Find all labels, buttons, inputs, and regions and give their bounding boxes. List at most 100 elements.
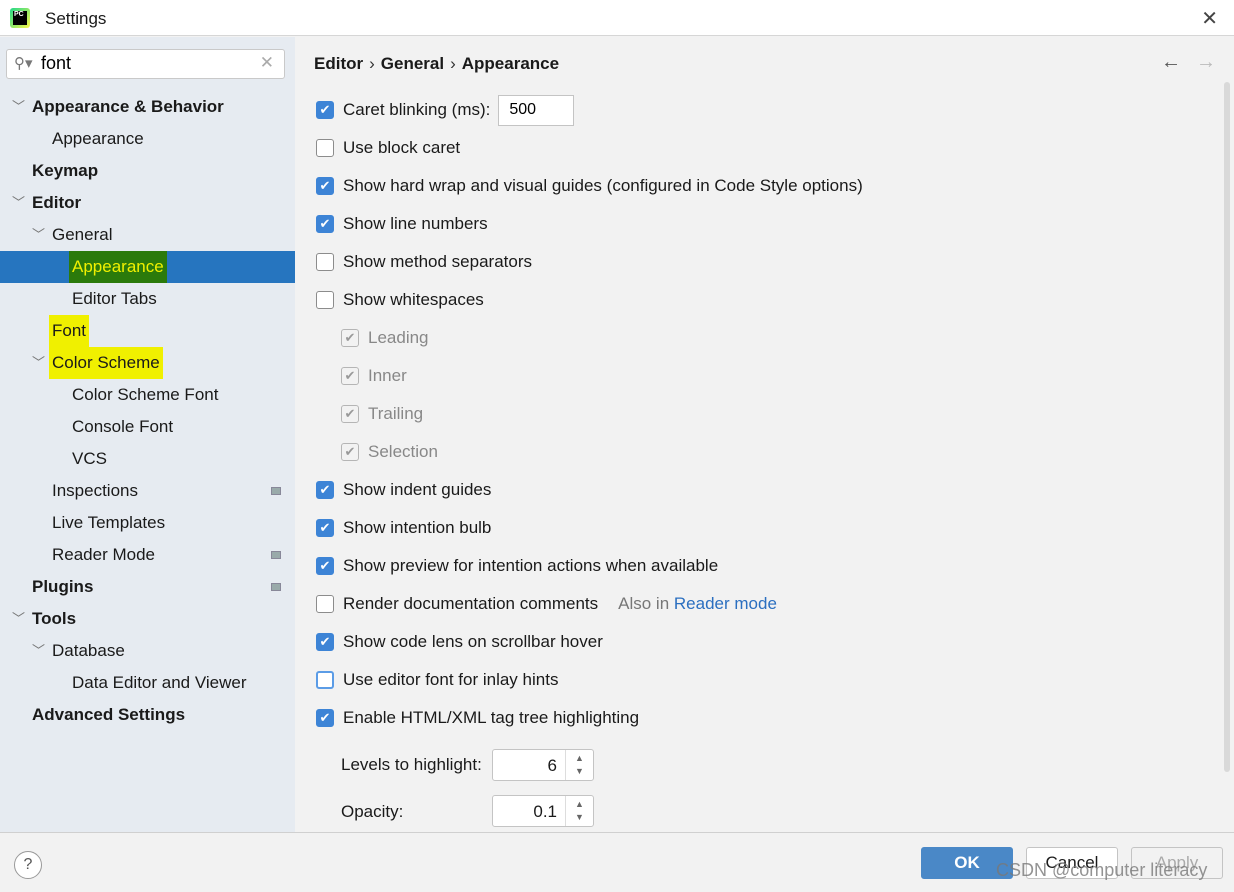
breadcrumb-item: General bbox=[380, 54, 445, 73]
tree-item-label: Appearance bbox=[69, 251, 167, 283]
project-settings-icon bbox=[271, 487, 281, 495]
opacity-spinner[interactable]: 0.1 ▲ ▼ bbox=[492, 795, 594, 827]
project-settings-icon bbox=[271, 583, 281, 591]
chevron-down-icon[interactable]: ﹀ bbox=[12, 187, 25, 219]
levels-spinner[interactable]: 6 ▲ ▼ bbox=[492, 749, 594, 781]
tree-item[interactable]: VCS bbox=[0, 443, 295, 475]
option-row: ✔ Show preview for intention actions when… bbox=[316, 554, 718, 578]
watermark: CSDN @computer literacy bbox=[996, 860, 1208, 880]
reader-mode-link[interactable]: Reader mode bbox=[674, 594, 777, 614]
tree-item-label: Appearance bbox=[52, 129, 144, 148]
option-label: Enable HTML/XML tag tree highlighting bbox=[343, 708, 640, 727]
checkbox[interactable] bbox=[316, 139, 334, 157]
search-input[interactable] bbox=[41, 53, 251, 74]
option-label: Inner bbox=[368, 366, 407, 385]
window-title: Settings bbox=[45, 9, 107, 28]
option-label: Use block caret bbox=[343, 138, 461, 157]
tree-item[interactable]: Plugins bbox=[0, 571, 295, 603]
settings-sidebar: ⚲▾ ✕ ﹀ Appearance & Behavior Appearance Key… bbox=[0, 37, 295, 832]
checkbox[interactable] bbox=[316, 291, 334, 309]
tree-item[interactable]: ﹀ Database bbox=[0, 635, 295, 667]
tree-item-label: Plugins bbox=[32, 577, 94, 596]
help-button[interactable]: ? bbox=[14, 851, 42, 879]
project-settings-icon bbox=[271, 551, 281, 559]
option-row: ✔ Selection bbox=[341, 440, 438, 464]
tree-item[interactable]: Reader Mode bbox=[0, 539, 295, 571]
tree-item[interactable]: Console Font bbox=[0, 411, 295, 443]
option-label: Caret blinking (ms): bbox=[343, 100, 491, 119]
tree-item[interactable]: Advanced Settings bbox=[0, 699, 295, 731]
tree-item-label: Tools bbox=[32, 609, 77, 628]
tree-item[interactable]: ﹀ Color Scheme bbox=[0, 347, 295, 379]
checkbox[interactable]: ✔ bbox=[316, 557, 334, 575]
tree-item[interactable]: ﹀ General bbox=[0, 219, 295, 251]
tree-item[interactable]: ﹀ Appearance & Behavior bbox=[0, 91, 295, 123]
tree-item-label: Database bbox=[52, 641, 125, 660]
tree-item[interactable]: Appearance bbox=[0, 251, 295, 283]
chevron-down-icon[interactable]: ﹀ bbox=[12, 91, 25, 123]
chevron-down-icon[interactable]: ﹀ bbox=[32, 347, 45, 379]
tree-item-label: Advanced Settings bbox=[32, 705, 186, 724]
search-box[interactable]: ⚲▾ ✕ bbox=[6, 49, 285, 79]
checkbox[interactable]: ✔ bbox=[341, 405, 359, 423]
chevron-down-icon[interactable]: ﹀ bbox=[32, 635, 45, 667]
option-row: ✔ Show indent guides bbox=[316, 478, 491, 502]
checkbox[interactable]: ✔ bbox=[316, 519, 334, 537]
option-label: Show preview for intention actions when … bbox=[343, 556, 719, 575]
title-bar: PC Settings ✕ bbox=[0, 0, 1234, 36]
tree-item-label: Color Scheme Font bbox=[72, 385, 219, 404]
close-icon[interactable]: ✕ bbox=[1201, 6, 1218, 31]
tree-item[interactable]: Editor Tabs bbox=[0, 283, 295, 315]
option-label: Show intention bulb bbox=[343, 518, 492, 537]
chevron-down-icon[interactable]: ﹀ bbox=[32, 219, 45, 251]
tree-item-label: Keymap bbox=[32, 161, 99, 180]
tree-item[interactable]: Inspections bbox=[0, 475, 295, 507]
option-row: Use editor font for inlay hints bbox=[316, 668, 558, 692]
chevron-down-icon[interactable]: ﹀ bbox=[12, 603, 25, 635]
option-label: Render documentation comments bbox=[343, 594, 599, 613]
back-arrow-icon[interactable]: ← bbox=[1161, 51, 1181, 74]
checkbox[interactable]: ✔ bbox=[316, 633, 334, 651]
caret-blink-input[interactable] bbox=[498, 94, 575, 126]
forward-arrow-icon[interactable]: → bbox=[1196, 51, 1216, 74]
tree-item[interactable]: Font bbox=[0, 315, 295, 347]
breadcrumb: Editor › General › Appearance bbox=[314, 54, 560, 73]
tree-item[interactable]: Color Scheme Font bbox=[0, 379, 295, 411]
spinner-arrows-icon[interactable]: ▲ ▼ bbox=[565, 750, 593, 780]
tree-item-label: Font bbox=[49, 315, 90, 347]
scrollbar[interactable] bbox=[1224, 82, 1230, 772]
option-row: ✔ Show line numbers bbox=[316, 212, 488, 236]
checkbox[interactable]: ✔ bbox=[341, 367, 359, 385]
option-row: ✔ Show code lens on scrollbar hover bbox=[316, 630, 603, 654]
checkbox[interactable]: ✔ bbox=[316, 101, 334, 119]
spinner-arrows-icon[interactable]: ▲ ▼ bbox=[565, 796, 593, 826]
clear-search-icon[interactable]: ✕ bbox=[260, 53, 274, 73]
option-row: ✔ Leading bbox=[341, 326, 429, 350]
checkbox[interactable]: ✔ bbox=[316, 481, 334, 499]
option-label: Show hard wrap and visual guides (config… bbox=[343, 176, 863, 195]
checkbox[interactable]: ✔ bbox=[316, 215, 334, 233]
tree-item[interactable]: Keymap bbox=[0, 155, 295, 187]
tree-item-label: VCS bbox=[72, 449, 107, 468]
checkbox[interactable] bbox=[316, 671, 334, 689]
checkbox[interactable]: ✔ bbox=[316, 709, 334, 727]
tree-item[interactable]: Data Editor and Viewer bbox=[0, 667, 295, 699]
opacity-label: Opacity: bbox=[341, 802, 404, 821]
checkbox[interactable] bbox=[316, 595, 334, 613]
tree-item[interactable]: Live Templates bbox=[0, 507, 295, 539]
tree-item[interactable]: ﹀ Editor bbox=[0, 187, 295, 219]
checkbox[interactable]: ✔ bbox=[316, 177, 334, 195]
checkbox[interactable]: ✔ bbox=[341, 443, 359, 461]
tree-item[interactable]: Appearance bbox=[0, 123, 295, 155]
option-label: Show whitespaces bbox=[343, 290, 484, 309]
option-row: ✔ Trailing bbox=[341, 402, 423, 426]
opacity-value: 0.1 bbox=[533, 802, 557, 821]
checkbox[interactable] bbox=[316, 253, 334, 271]
option-row: Use block caret bbox=[316, 136, 460, 160]
option-row: ✔ Show intention bulb bbox=[316, 516, 491, 540]
tree-item-label: Color Scheme bbox=[49, 347, 163, 379]
checkbox[interactable]: ✔ bbox=[341, 329, 359, 347]
tree-item-label: Editor Tabs bbox=[72, 289, 157, 308]
option-label: Show code lens on scrollbar hover bbox=[343, 632, 603, 651]
tree-item[interactable]: ﹀ Tools bbox=[0, 603, 295, 635]
